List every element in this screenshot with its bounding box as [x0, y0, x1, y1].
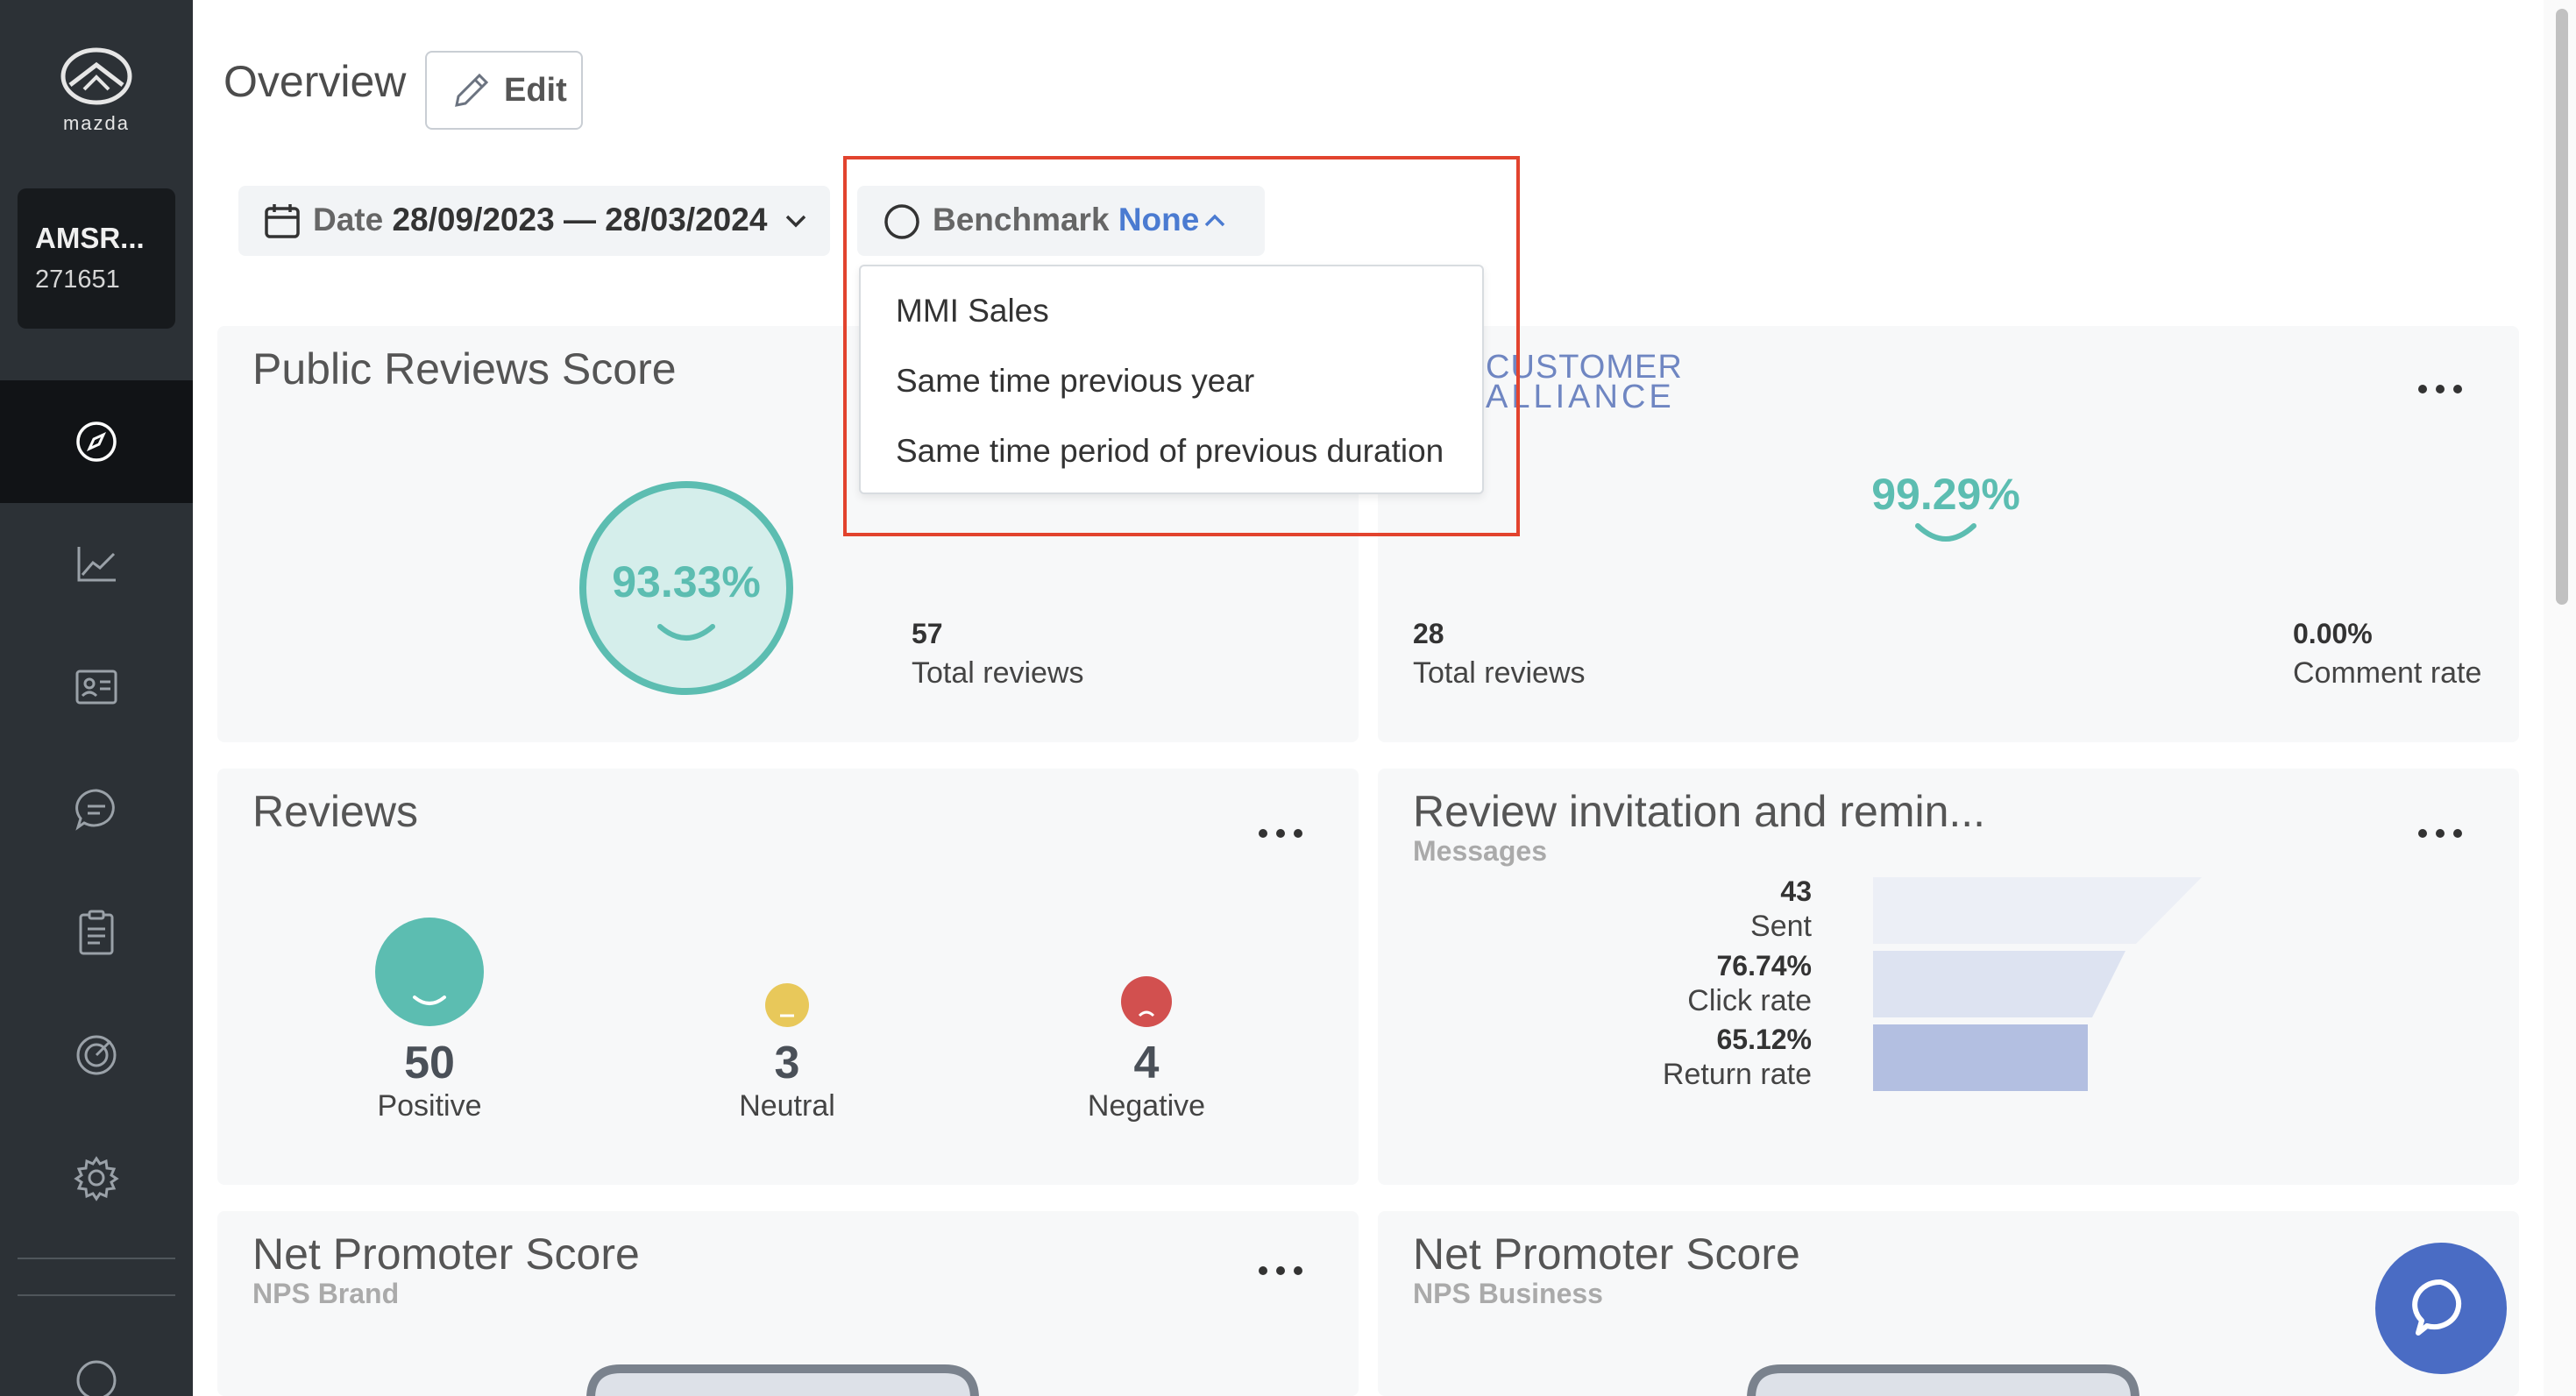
compass-icon[interactable]: [70, 415, 123, 468]
smile-icon: [1915, 523, 1976, 542]
nps-business-card: Net Promoter Score NPS Business: [1378, 1211, 2519, 1396]
highlight-annotation-box: [843, 156, 1520, 536]
nps-brand-card: Net Promoter Score NPS Brand: [217, 1211, 1359, 1396]
return-rate-value: 65.12%: [1716, 1024, 1812, 1055]
click-rate-value: 76.74%: [1716, 950, 1812, 981]
negative-label: Negative: [1087, 1089, 1206, 1123]
more-options-icon[interactable]: [2414, 380, 2466, 398]
review-invitation-card: Review invitation and remin... Messages …: [1378, 769, 2519, 1185]
calendar-icon: [263, 202, 302, 240]
positive-count: 50: [404, 1038, 455, 1088]
date-value: 28/09/2023 — 28/03/2024: [392, 202, 768, 237]
edit-label: Edit: [504, 72, 567, 109]
sidebar-divider: [18, 1294, 175, 1296]
clipboard-icon[interactable]: [70, 906, 123, 959]
contact-card-icon[interactable]: [70, 661, 123, 713]
gear-icon[interactable]: [70, 1152, 123, 1204]
positive-sentiment-icon: [375, 918, 484, 1026]
nps-gauge: [1747, 1364, 2140, 1396]
sidebar-divider: [18, 1258, 175, 1259]
funnel-sent-bar: [1873, 877, 2202, 944]
reviews-card: Reviews 50 Positive 3 Neutral 4 Negative: [217, 769, 1359, 1185]
click-rate-label: Click rate: [1687, 984, 1812, 1017]
date-label: Date: [313, 202, 384, 237]
funnel-return-bar: [1873, 1024, 2088, 1091]
card-subtitle: NPS Brand: [252, 1278, 400, 1309]
card-title: Review invitation and remin...: [1413, 787, 1986, 836]
neutral-label: Neutral: [739, 1089, 835, 1123]
pencil-icon: [448, 68, 493, 114]
account-id: 271651: [35, 266, 120, 294]
ca-total-reviews-value: 28: [1413, 618, 1444, 649]
nps-gauge: [586, 1364, 979, 1396]
public-score-value: 93.33%: [612, 557, 761, 606]
chart-line-icon[interactable]: [70, 538, 123, 591]
chevron-down-icon: [780, 205, 812, 237]
more-options-icon[interactable]: [1254, 825, 1307, 842]
total-reviews-label: Total reviews: [912, 656, 1084, 690]
date-range-filter[interactable]: Date 28/09/2023 — 28/03/2024: [238, 186, 830, 256]
total-reviews-value: 57: [912, 618, 943, 649]
funnel-click-bar: [1873, 951, 2125, 1017]
edit-button[interactable]: Edit: [425, 51, 583, 130]
chat-bubble-icon[interactable]: [70, 783, 123, 836]
neutral-sentiment-icon: [765, 983, 809, 1027]
target-icon[interactable]: [70, 1029, 123, 1081]
account-switcher[interactable]: AMSR... 271651: [18, 188, 175, 329]
card-title: Net Promoter Score: [1413, 1229, 1800, 1279]
positive-label: Positive: [377, 1089, 482, 1123]
card-title: Net Promoter Score: [252, 1229, 640, 1279]
brand-wordmark: mazda: [62, 112, 131, 134]
comment-rate-value: 0.00%: [2293, 618, 2373, 649]
account-name: AMSR...: [35, 222, 145, 254]
help-icon[interactable]: [70, 1354, 123, 1396]
scrollbar-thumb[interactable]: [2556, 9, 2568, 605]
ca-score-value: 99.29%: [1871, 470, 2020, 519]
sent-value: 43: [1780, 875, 1812, 907]
return-rate-label: Return rate: [1662, 1058, 1812, 1091]
more-options-icon[interactable]: [2414, 825, 2466, 842]
card-title: Reviews: [252, 787, 418, 836]
neutral-count: 3: [774, 1038, 800, 1088]
page-title: Overview: [224, 57, 407, 106]
chat-icon: [2412, 1279, 2462, 1336]
negative-sentiment-icon: [1121, 976, 1172, 1027]
negative-count: 4: [1133, 1038, 1160, 1088]
sent-label: Sent: [1750, 910, 1812, 943]
card-subtitle: Messages: [1413, 835, 1547, 867]
sidebar: mazda AMSR... 271651: [0, 0, 193, 1396]
funnel-chart: [1873, 877, 2202, 1091]
chat-launcher-button[interactable]: [2375, 1243, 2507, 1374]
card-title: Public Reviews Score: [252, 344, 677, 393]
ca-total-reviews-label: Total reviews: [1413, 656, 1586, 690]
card-subtitle: NPS Business: [1413, 1278, 1603, 1309]
comment-rate-label: Comment rate: [2293, 656, 2482, 690]
more-options-icon[interactable]: [1254, 1262, 1307, 1279]
